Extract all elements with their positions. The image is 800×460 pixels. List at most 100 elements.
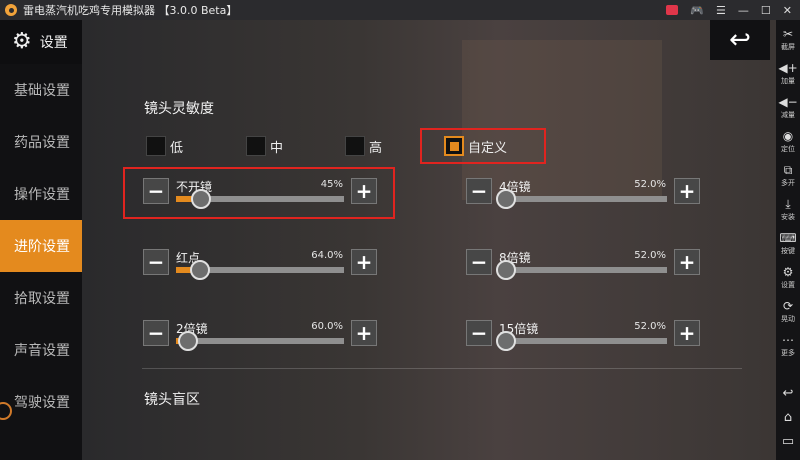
- decrease-button[interactable]: −: [466, 249, 492, 275]
- volume-down-tool[interactable]: ◀− 减量: [776, 96, 800, 120]
- slider-value: 52.0%: [634, 250, 666, 261]
- slider-track[interactable]: [176, 331, 344, 351]
- decrease-button[interactable]: −: [143, 320, 169, 346]
- slider-15x-scope[interactable]: − 15倍镜 52.0% +: [466, 320, 700, 354]
- gear-icon: ⚙: [782, 265, 794, 279]
- gear-icon: ⚙: [12, 29, 32, 54]
- slider-track[interactable]: [495, 189, 667, 209]
- tool-label: 截屏: [781, 43, 795, 51]
- sensitivity-section-title: 镜头灵敏度: [144, 101, 214, 117]
- volume-down-icon: ◀−: [778, 95, 798, 109]
- highlight-box-no-scope: [123, 167, 395, 219]
- tool-label: 定位: [781, 145, 795, 153]
- tool-label: 更多: [781, 349, 795, 357]
- increase-button[interactable]: +: [351, 249, 377, 275]
- slider-8x-scope[interactable]: − 8倍镜 52.0% +: [466, 249, 700, 283]
- slider-knob[interactable]: [189, 260, 210, 280]
- slider-track[interactable]: [495, 331, 667, 351]
- title-bar: 雷电蒸汽机吃鸡专用模拟器 【3.0.0 Beta】 🎮 ☰ — ☐ ✕: [0, 0, 800, 20]
- option-label: 高: [369, 140, 383, 156]
- window-title: 雷电蒸汽机吃鸡专用模拟器 【3.0.0 Beta】: [23, 4, 238, 17]
- volume-up-tool[interactable]: ◀+ 加量: [776, 62, 800, 86]
- slider-knob[interactable]: [177, 331, 198, 351]
- tool-label: 设置: [781, 281, 795, 289]
- slider-track[interactable]: [176, 260, 344, 280]
- tool-label: 晃动: [781, 315, 795, 323]
- location-tool[interactable]: ◉ 定位: [776, 130, 800, 154]
- settings-main-panel: ↩ 镜头灵敏度 低 中 高 自定义 − 不开镜 45% + − 4倍镜 52.0…: [82, 20, 776, 460]
- back-key-icon[interactable]: ↩: [776, 386, 800, 401]
- decrease-button[interactable]: −: [143, 249, 169, 275]
- gamepad-icon[interactable]: 🎮: [690, 4, 704, 17]
- increase-button[interactable]: +: [674, 178, 700, 204]
- decrease-button[interactable]: −: [466, 320, 492, 346]
- slider-value: 64.0%: [311, 250, 343, 261]
- sidebar-item-pickup[interactable]: 拾取设置: [0, 272, 82, 324]
- highlight-box-custom: [420, 128, 546, 164]
- increase-button[interactable]: +: [351, 320, 377, 346]
- close-button[interactable]: ✕: [783, 4, 792, 17]
- tool-label: 减量: [781, 111, 795, 119]
- blind-zone-section-title: 镜头盲区: [144, 392, 200, 408]
- option-label: 低: [170, 140, 184, 156]
- sidebar-item-medicine[interactable]: 药品设置: [0, 116, 82, 168]
- slider-value: 60.0%: [311, 321, 343, 332]
- settings-tool[interactable]: ⚙ 设置: [776, 266, 800, 290]
- install-tool[interactable]: ⤓ 安装: [776, 198, 800, 222]
- keymap-tool[interactable]: ⌨ 按键: [776, 232, 800, 256]
- app-logo-icon: [5, 4, 17, 16]
- section-divider: [142, 368, 742, 369]
- shake-tool[interactable]: ⟳ 晃动: [776, 300, 800, 324]
- sidebar-item-basic[interactable]: 基础设置: [0, 64, 82, 116]
- mode-option-medium[interactable]: 中: [246, 136, 283, 156]
- mode-option-high[interactable]: 高: [345, 136, 382, 156]
- screenshot-tool[interactable]: ✂ 截屏: [776, 28, 800, 52]
- volume-up-icon: ◀+: [778, 61, 798, 75]
- gift-icon[interactable]: [666, 5, 679, 15]
- tool-label: 按键: [781, 247, 795, 255]
- slider-knob[interactable]: [495, 331, 516, 351]
- sidebar-item-driving[interactable]: 驾驶设置: [0, 376, 82, 428]
- sidebar-title: 设置: [39, 35, 68, 51]
- slider-4x-scope[interactable]: − 4倍镜 52.0% +: [466, 178, 700, 212]
- window-controls: 🎮 ☰ — ☐ ✕: [666, 0, 792, 20]
- maximize-button[interactable]: ☐: [761, 4, 771, 17]
- tool-label: 安装: [781, 213, 795, 221]
- mode-option-low[interactable]: 低: [146, 136, 183, 156]
- recent-apps-key-icon[interactable]: ▭: [776, 434, 800, 449]
- back-button[interactable]: ↩: [710, 20, 770, 60]
- more-tool[interactable]: ⋯ 更多: [776, 334, 800, 358]
- more-icon: ⋯: [782, 333, 794, 347]
- minimize-button[interactable]: —: [738, 4, 749, 17]
- shake-icon: ⟳: [782, 299, 794, 313]
- keyboard-icon: ⌨: [779, 231, 797, 245]
- option-label: 中: [270, 140, 284, 156]
- increase-button[interactable]: +: [674, 249, 700, 275]
- sidebar-item-sound[interactable]: 声音设置: [0, 324, 82, 376]
- slider-knob[interactable]: [495, 260, 516, 280]
- decrease-button[interactable]: −: [466, 178, 492, 204]
- scissors-icon: ✂: [782, 27, 794, 41]
- location-icon: ◉: [782, 129, 794, 143]
- checkbox[interactable]: [146, 136, 166, 156]
- increase-button[interactable]: +: [674, 320, 700, 346]
- sidebar-item-advanced[interactable]: 进阶设置: [0, 220, 82, 272]
- home-key-icon[interactable]: ⌂: [776, 410, 800, 425]
- slider-track[interactable]: [495, 260, 667, 280]
- sidebar-header: ⚙ 设置: [0, 20, 82, 64]
- multi-instance-tool[interactable]: ⧉ 多开: [776, 164, 800, 188]
- slider-value: 52.0%: [634, 321, 666, 332]
- slider-value: 52.0%: [634, 179, 666, 190]
- tool-label: 加量: [781, 77, 795, 85]
- menu-button[interactable]: ☰: [716, 4, 726, 17]
- slider-red-dot[interactable]: − 红点 64.0% +: [143, 249, 377, 283]
- checkbox[interactable]: [246, 136, 266, 156]
- slider-knob[interactable]: [495, 189, 516, 209]
- slider-2x-scope[interactable]: − 2倍镜 60.0% +: [143, 320, 377, 354]
- sidebar-item-operation[interactable]: 操作设置: [0, 168, 82, 220]
- checkbox[interactable]: [345, 136, 365, 156]
- multi-window-icon: ⧉: [783, 163, 793, 177]
- settings-sidebar: ⚙ 设置 基础设置 药品设置 操作设置 进阶设置 拾取设置 声音设置 驾驶设置: [0, 20, 82, 460]
- emulator-toolbar: ✂ 截屏 ◀+ 加量 ◀− 减量 ◉ 定位 ⧉ 多开 ⤓ 安装 ⌨ 按键 ⚙ 设置 ⟳ 晃动 ⋯ 更…: [776, 20, 800, 460]
- tool-label: 多开: [781, 179, 795, 187]
